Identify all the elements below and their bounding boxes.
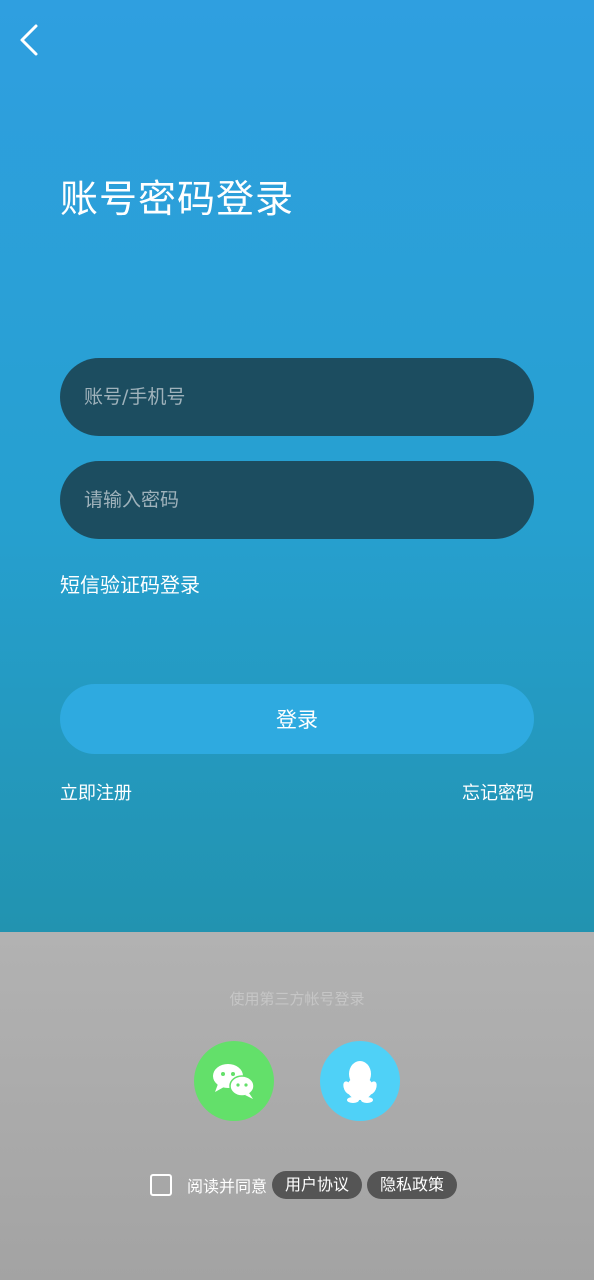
third-party-label: 使用第三方帐号登录 <box>229 990 365 1008</box>
password-input[interactable] <box>82 488 512 512</box>
agreement-checkbox[interactable] <box>150 1174 172 1196</box>
account-field[interactable] <box>60 358 534 436</box>
user-agreement-link[interactable]: 用户协议 <box>272 1171 363 1199</box>
qq-login-button[interactable] <box>320 1041 400 1121</box>
chevron-left-icon <box>20 24 38 56</box>
third-party-login-panel: 使用第三方帐号登录 阅读并同意 用户协议 隐私政策 <box>0 932 594 1280</box>
qq-penguin-icon <box>343 1061 377 1103</box>
agreement-prefix: 阅读并同意 <box>187 1177 268 1196</box>
sms-login-link[interactable]: 短信验证码登录 <box>60 569 200 598</box>
wechat-login-button[interactable] <box>194 1041 274 1121</box>
login-panel: 账号密码登录 短信验证码登录 登录 立即注册 忘记密码 <box>0 0 594 932</box>
account-input[interactable] <box>82 385 512 409</box>
login-button[interactable]: 登录 <box>60 684 534 754</box>
privacy-policy-link[interactable]: 隐私政策 <box>367 1171 458 1199</box>
back-button[interactable] <box>14 22 50 58</box>
register-link[interactable]: 立即注册 <box>60 779 132 805</box>
wechat-icon <box>213 1064 255 1099</box>
page-title: 账号密码登录 <box>60 177 295 221</box>
password-field[interactable] <box>60 461 534 539</box>
forgot-password-link[interactable]: 忘记密码 <box>462 779 534 805</box>
agreement-row: 阅读并同意 用户协议 隐私政策 <box>150 1170 458 1200</box>
